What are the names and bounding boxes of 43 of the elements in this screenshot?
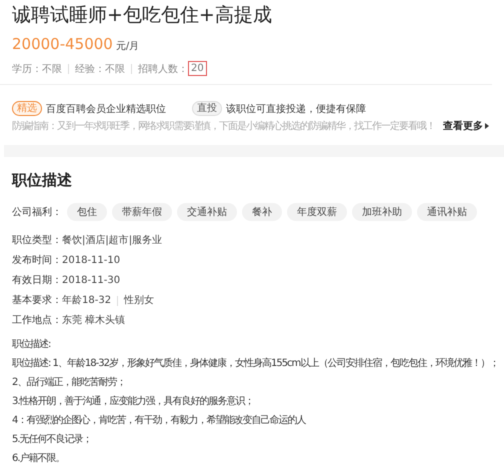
benefit-tag: 交通补贴 — [177, 203, 237, 221]
description-line: 6.户籍不限。 — [12, 452, 66, 466]
salary-unit: 元/月 — [116, 40, 140, 53]
job-title: 诚聘试睡师+包吃包住+高提成 — [12, 3, 273, 28]
field-label: 工作地点： — [12, 314, 62, 328]
benefits-label: 公司福利： — [12, 206, 62, 219]
requirement-value: 不限 — [105, 62, 125, 76]
feature-text: 百度百聘会员企业精选职位 — [46, 102, 166, 116]
field-value: 2018-11-30 — [62, 274, 120, 288]
field-label: 发布时间： — [12, 254, 62, 268]
field-label: 基本要求： — [12, 294, 62, 308]
field-value: 东莞 樟木头镇 — [62, 314, 126, 328]
benefit-tag: 餐补 — [242, 203, 282, 221]
field-value: 性别女 — [124, 294, 154, 308]
description-line: 3.性格开朗，善于沟通，应变能力强，具有良好的服务意识； — [12, 394, 255, 409]
description-heading: 职位描述: — [12, 338, 52, 352]
section-heading: 职位描述 — [12, 171, 73, 190]
benefit-tag: 年度双薪 — [287, 203, 347, 221]
description-line: 4：有强烈的企图心，肯吃苦，有干劲，有毅力，希望能改变自己命运的人 — [12, 414, 307, 428]
feature-badge: 直投 — [192, 101, 222, 116]
field-label: 职位类型： — [12, 234, 62, 248]
requirement-label: 学历： — [12, 62, 42, 76]
fraud-tip: 防骗指南：又到一年求职旺季，网络求职需要谨慎，下面是小编精心挑选的防骗精华，找工作一定要看哦！ — [12, 120, 435, 133]
requirement-label: 经验： — [75, 62, 105, 76]
field-label: 有效日期： — [12, 274, 62, 288]
field-value: 年龄18-32 — [62, 294, 112, 308]
benefit-tag: 带薪年假 — [112, 203, 172, 221]
description-line: 2、品行端正，能吃苦耐劳； — [12, 376, 126, 390]
requirement-value: 不限 — [42, 62, 62, 76]
requirement-value: 20 — [188, 61, 207, 76]
feature-badge: 精选 — [12, 101, 42, 116]
requirement-label: 招聘人数： — [138, 62, 188, 76]
more-link[interactable]: 查看更多 — [443, 119, 489, 133]
description-line: 5.无任何不良记录； — [12, 432, 93, 447]
benefit-tag: 加班补助 — [352, 203, 412, 221]
benefit-tag: 通讯补贴 — [417, 203, 477, 221]
feature-text: 该职位可直接投递，便捷有保障 — [226, 102, 366, 116]
benefit-tag: 包住 — [67, 203, 107, 221]
salary: 20000-45000 — [12, 35, 113, 53]
description-line: 职位描述: 1、年龄18-32岁，形象好气质佳，身体健康，女性身高155cm以上（公司安排住宿，包吃包住，环境优雅！）； — [12, 356, 500, 371]
field-value: 2018-11-10 — [62, 254, 120, 268]
field-value: 餐饮|酒店|超市|服务业 — [62, 234, 162, 248]
triangle-icon — [485, 123, 489, 129]
